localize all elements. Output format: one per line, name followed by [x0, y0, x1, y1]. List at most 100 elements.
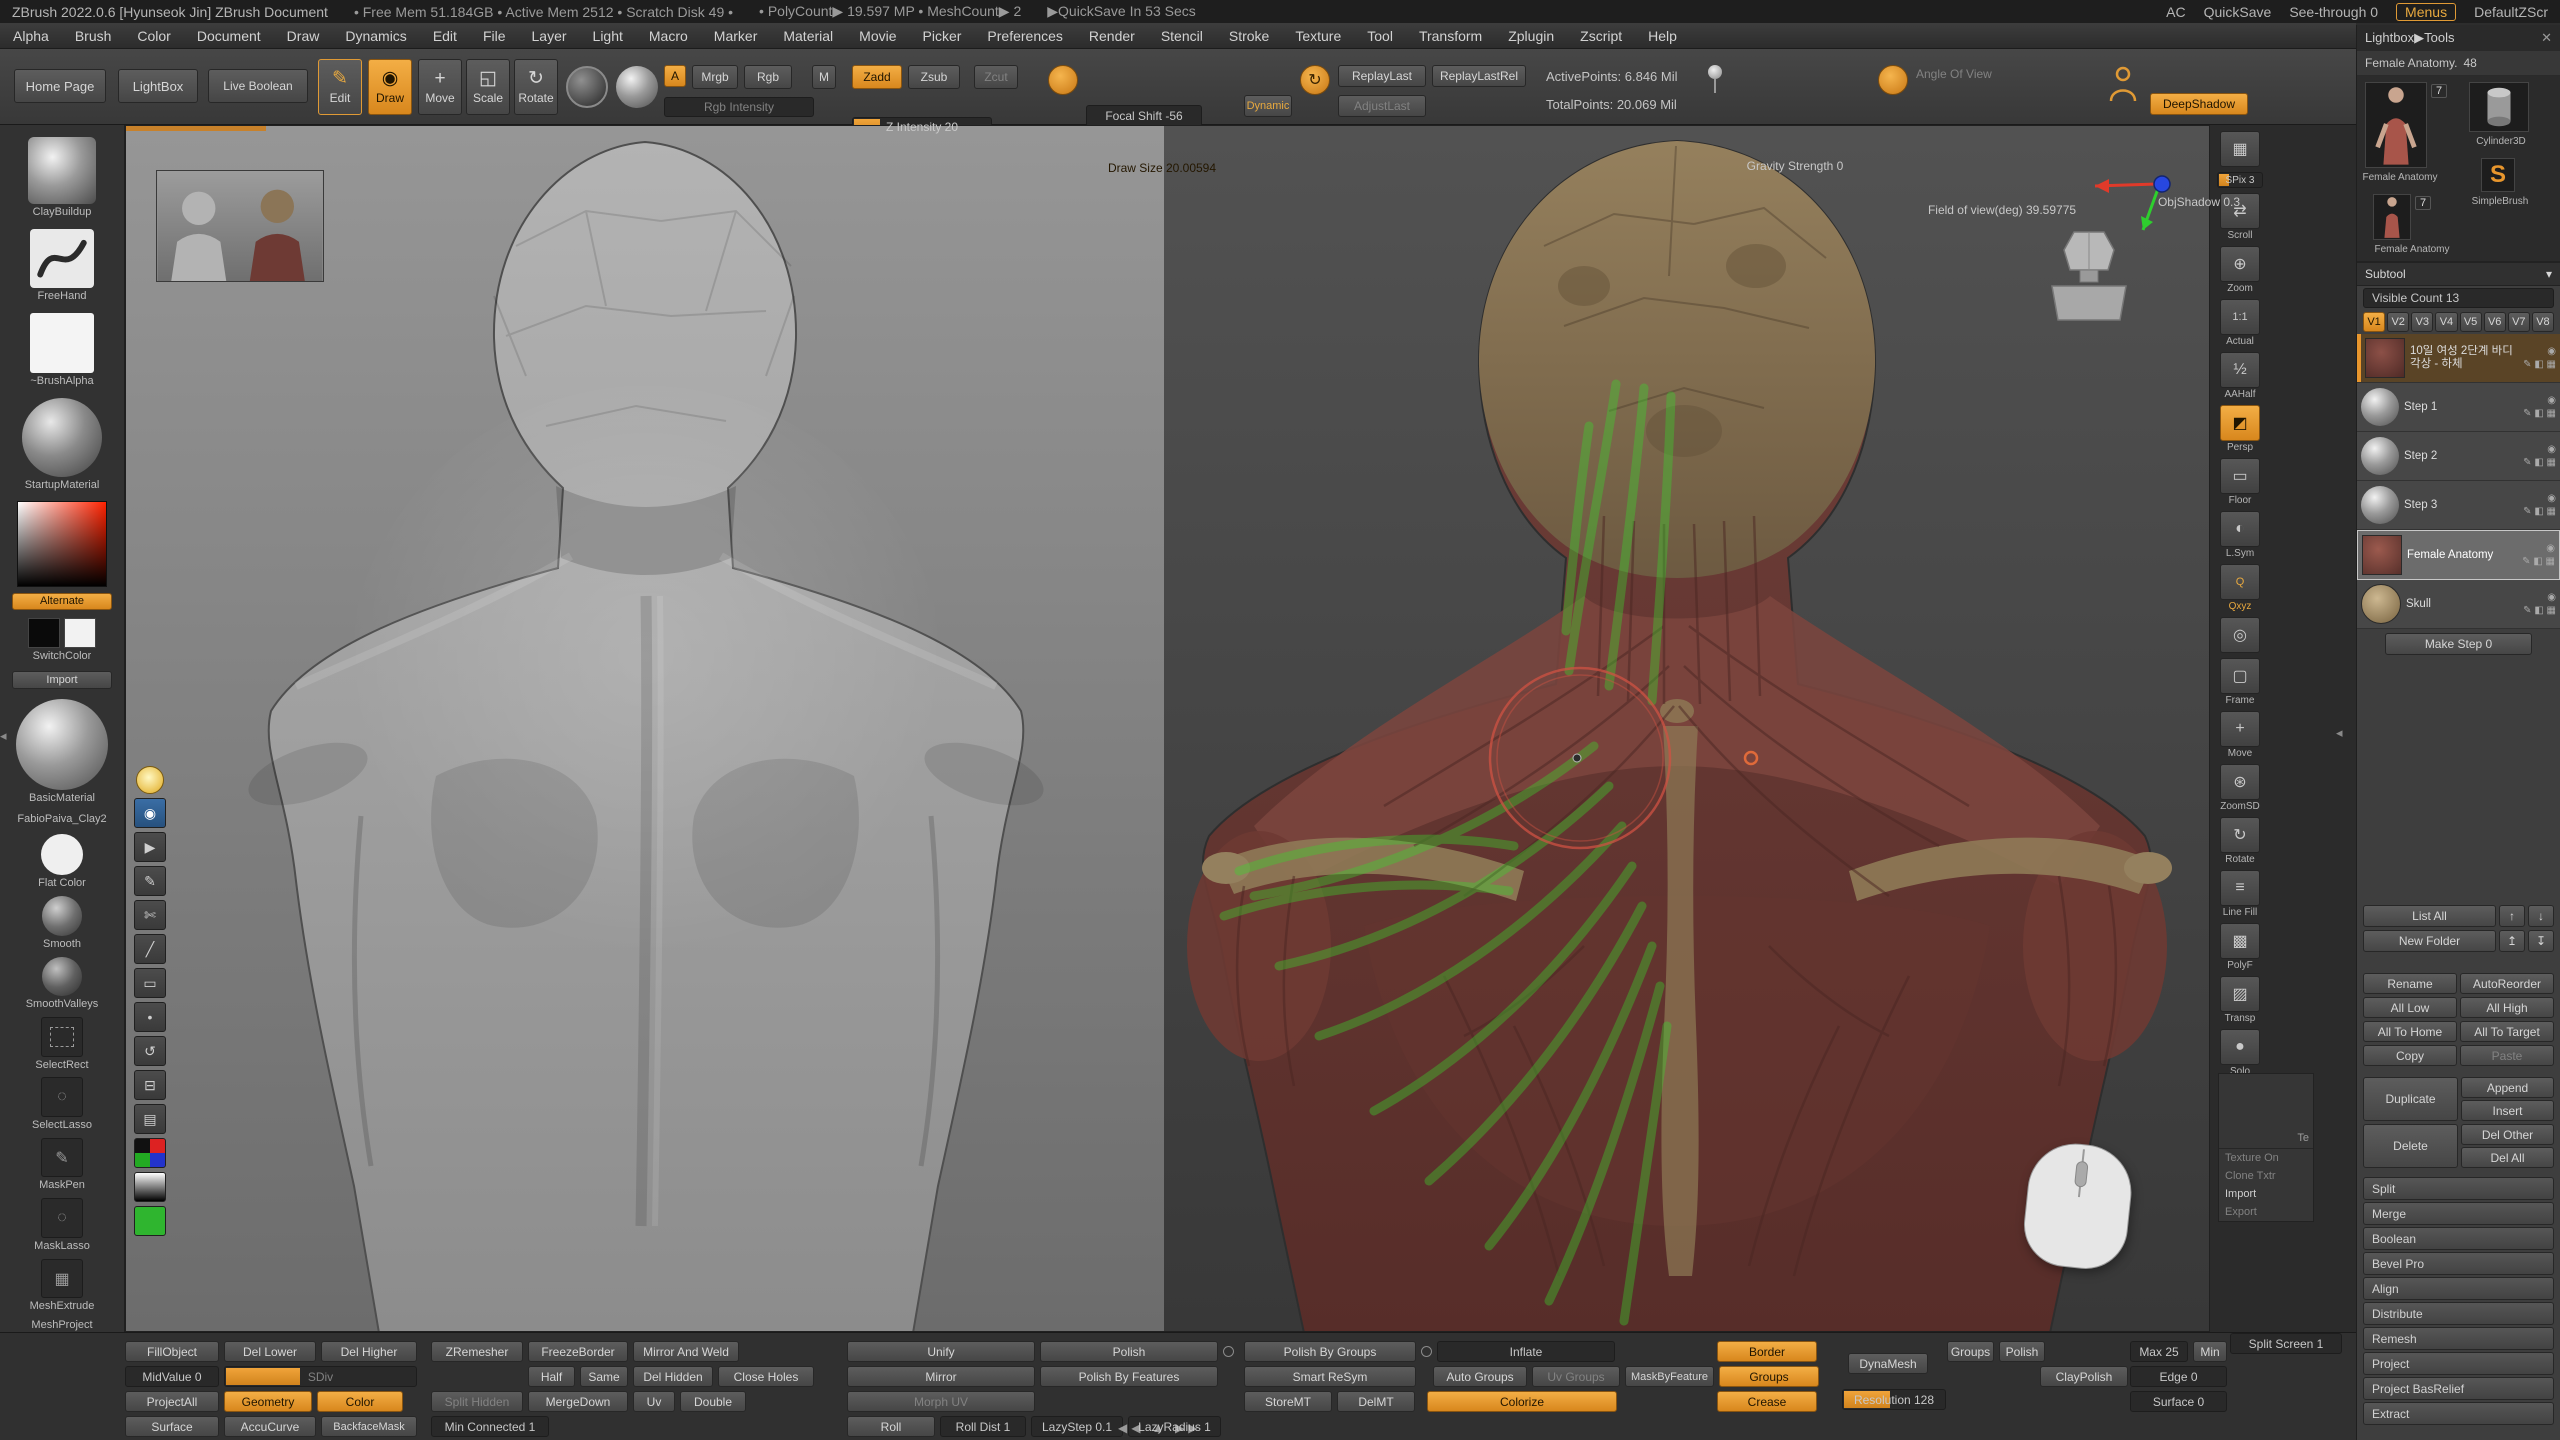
frame-button[interactable]: ▢Frame	[2220, 658, 2260, 706]
eye-icon[interactable]: ◉	[2547, 592, 2556, 603]
draw-mode-button[interactable]: ◉Draw	[368, 59, 412, 115]
zremesher-button[interactable]: ZRemesher	[431, 1341, 523, 1362]
import-button[interactable]: Import	[12, 671, 112, 689]
subtool-row-female-anatomy[interactable]: Female Anatomy ◉✎ ◧ ▦	[2357, 530, 2560, 580]
move-mode-button[interactable]: +Move	[418, 59, 462, 115]
menu-file[interactable]: File	[470, 28, 519, 44]
new-folder-button[interactable]: New Folder	[2363, 930, 2496, 952]
knife-tool-button[interactable]: ✄	[134, 900, 166, 930]
simplebrush-tool-thumb[interactable]: S	[2481, 158, 2515, 192]
rename-button[interactable]: Rename	[2363, 973, 2457, 994]
tab-v7[interactable]: V7	[2508, 312, 2530, 332]
menu-color[interactable]: Color	[124, 28, 183, 44]
geometry-toggle[interactable]: Geometry	[224, 1391, 312, 1412]
close-holes-button[interactable]: Close Holes	[718, 1366, 814, 1387]
all-low-button[interactable]: All Low	[2363, 997, 2457, 1018]
section-project-basrelief[interactable]: Project BasRelief	[2363, 1377, 2554, 1400]
auto-groups-button[interactable]: Auto Groups	[1433, 1366, 1527, 1387]
menu-render[interactable]: Render	[1076, 28, 1148, 44]
texture-import-button[interactable]: Import	[2219, 1185, 2313, 1203]
store-mt-button[interactable]: StoreMT	[1244, 1391, 1332, 1412]
all-to-home-button[interactable]: All To Home	[2363, 1021, 2457, 1042]
zsub-toggle[interactable]: Zsub	[908, 65, 960, 89]
current-brush-preview[interactable]	[616, 66, 658, 108]
menu-stencil[interactable]: Stencil	[1148, 28, 1216, 44]
del-higher-button[interactable]: Del Higher	[321, 1341, 417, 1362]
lazystep-slider[interactable]: LazyStep 0.1	[1031, 1416, 1123, 1437]
midvalue-slider[interactable]: MidValue 0	[125, 1366, 219, 1387]
menu-picker[interactable]: Picker	[910, 28, 975, 44]
tab-v1[interactable]: V1	[2363, 312, 2385, 332]
local-sym-button[interactable]: ◐L.Sym	[2220, 511, 2260, 559]
eye-icon[interactable]: ◉	[2547, 493, 2556, 504]
del-other-button[interactable]: Del Other	[2461, 1124, 2554, 1145]
resolution-slider[interactable]: Resolution 128	[1842, 1389, 1946, 1410]
clone-texture-button[interactable]: Clone Txtr	[2219, 1167, 2313, 1185]
menu-zscript[interactable]: Zscript	[1567, 28, 1635, 44]
color-picker[interactable]	[17, 501, 107, 586]
dynamesh-button[interactable]: DynaMesh	[1848, 1353, 1928, 1374]
section-boolean[interactable]: Boolean	[2363, 1227, 2554, 1250]
mrgb-toggle[interactable]: Mrgb	[692, 65, 738, 89]
polyframe-button[interactable]: ▩PolyF	[2220, 923, 2260, 971]
alternate-color-button[interactable]: Alternate	[12, 593, 112, 611]
close-icon[interactable]: ✕	[2541, 30, 2552, 46]
rotate-canvas-button[interactable]: ↻Rotate	[2220, 817, 2260, 865]
ac-toggle[interactable]: AC	[2166, 4, 2185, 20]
lightbox-button[interactable]: LightBox	[118, 69, 198, 103]
max-slider[interactable]: Max 25	[2130, 1341, 2188, 1362]
fabiopaiva-clay-label[interactable]: FabioPaiva_Clay2	[17, 813, 106, 826]
menu-texture[interactable]: Texture	[1282, 28, 1354, 44]
backfacemask-button[interactable]: BackfaceMask	[321, 1416, 417, 1437]
section-merge[interactable]: Merge	[2363, 1202, 2554, 1225]
menu-tool[interactable]: Tool	[1354, 28, 1406, 44]
default-zscript-button[interactable]: DefaultZScr	[2474, 4, 2548, 20]
zoom-button[interactable]: ⊕Zoom	[2220, 246, 2260, 294]
eye-icon[interactable]: ◉	[2547, 444, 2556, 455]
switchcolor-label[interactable]: SwitchColor	[33, 650, 92, 663]
actual-button[interactable]: 1:1Actual	[2220, 299, 2260, 347]
spix-slider[interactable]: SPix 3	[2217, 172, 2263, 188]
freehand-brush-thumb[interactable]	[30, 229, 94, 288]
polish-by-features-button[interactable]: Polish By Features	[1040, 1366, 1218, 1387]
split-screen-slider[interactable]: Split Screen 1	[2230, 1333, 2342, 1354]
freeze-border-button[interactable]: FreezeBorder	[528, 1341, 628, 1362]
move-to-bottom-button[interactable]: ↧	[2528, 930, 2554, 952]
clipboard-button[interactable]: ▤	[134, 1104, 166, 1134]
rotate-mode-button[interactable]: ↻Rotate	[514, 59, 558, 115]
section-distribute[interactable]: Distribute	[2363, 1302, 2554, 1325]
menu-help[interactable]: Help	[1635, 28, 1690, 44]
inflate-slider[interactable]: Inflate	[1437, 1341, 1615, 1362]
subtool-down-button[interactable]: ↓	[2528, 905, 2554, 927]
del-hidden-button[interactable]: Del Hidden	[633, 1366, 713, 1387]
replay-last-button[interactable]: ReplayLast	[1338, 65, 1426, 87]
subtool-row-step2[interactable]: Step 2 ◉✎ ◧ ▦	[2357, 432, 2560, 481]
mirror-and-weld-button[interactable]: Mirror And Weld	[633, 1341, 739, 1362]
camera-gizmo-bust[interactable]	[2044, 226, 2134, 326]
section-split[interactable]: Split	[2363, 1177, 2554, 1200]
zadd-toggle[interactable]: Zadd	[852, 65, 902, 89]
roll-dist-slider[interactable]: Roll Dist 1	[940, 1416, 1026, 1437]
live-boolean-button[interactable]: Live Boolean	[208, 69, 308, 103]
tab-v4[interactable]: V4	[2435, 312, 2457, 332]
texture-export-button[interactable]: Export	[2219, 1203, 2313, 1221]
subtool-section-header[interactable]: Subtool▾	[2357, 262, 2560, 286]
see-through-slider[interactable]: See-through 0	[2289, 4, 2378, 20]
tab-v6[interactable]: V6	[2484, 312, 2506, 332]
floor-button[interactable]: ▭Floor	[2220, 458, 2260, 506]
eye-icon[interactable]: ◉	[2546, 543, 2555, 554]
menu-alpha[interactable]: Alpha	[0, 28, 62, 44]
magnify-button[interactable]: ◎	[2220, 617, 2260, 653]
m-toggle[interactable]: M	[812, 65, 836, 89]
crease-toggle[interactable]: Crease	[1717, 1391, 1817, 1412]
menu-preferences[interactable]: Preferences	[974, 28, 1075, 44]
polish-by-groups-button[interactable]: Polish By Groups	[1244, 1341, 1416, 1362]
tab-v2[interactable]: V2	[2387, 312, 2409, 332]
menu-stroke[interactable]: Stroke	[1216, 28, 1282, 44]
color-toggle[interactable]: Color	[317, 1391, 403, 1412]
qxyz-button[interactable]: QQxyz	[2220, 564, 2260, 612]
selectlasso-brush-thumb[interactable]: ◌	[41, 1077, 83, 1117]
current-material-swatch[interactable]	[566, 66, 608, 108]
delete-button[interactable]: Delete	[2363, 1124, 2458, 1168]
dynamesh-polish-button[interactable]: Polish	[1999, 1341, 2045, 1362]
